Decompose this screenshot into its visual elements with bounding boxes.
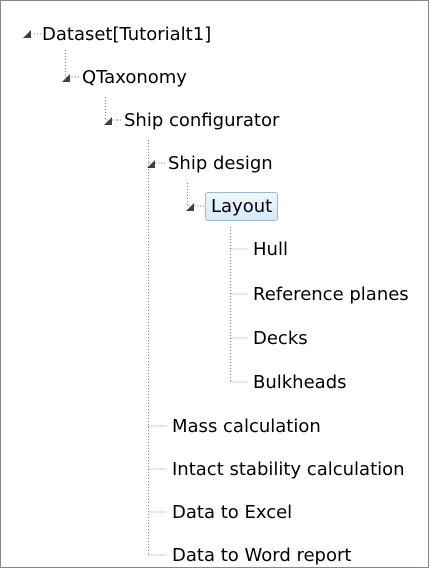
tree-node-mass-calculation[interactable]: Mass calculation: [171, 411, 322, 441]
tree-node-layout[interactable]: Layout: [205, 191, 279, 221]
expanded-triangle-icon[interactable]: [22, 29, 32, 39]
expanded-triangle-icon[interactable]: [103, 116, 113, 126]
tree-node-label: Hull: [253, 238, 288, 260]
tree-node-label: Ship design: [168, 152, 273, 174]
tree-node-label: Data to Word report: [172, 544, 352, 566]
tree-node-data-to-word[interactable]: Data to Word report: [171, 540, 352, 567]
expanded-triangle-icon[interactable]: [146, 159, 156, 169]
tree-node-ship-configurator[interactable]: Ship configurator: [123, 105, 280, 135]
tree-node-label: Ship configurator: [124, 109, 280, 131]
expanded-triangle-icon[interactable]: [185, 202, 195, 212]
tree-node-label: QTaxonomy: [82, 66, 187, 88]
tree-node-label: Dataset[Tutorialt1]: [42, 23, 212, 45]
tree-node-reference-planes[interactable]: Reference planes: [252, 279, 410, 309]
tree-node-bulkheads[interactable]: Bulkheads: [252, 367, 348, 397]
tree-node-dataset[interactable]: Dataset[Tutorialt1]: [41, 19, 212, 49]
tree-node-label: Mass calculation: [172, 415, 321, 437]
tree-node-label: Layout: [205, 191, 279, 221]
tree-node-label: Data to Excel: [172, 501, 293, 523]
expanded-triangle-icon[interactable]: [61, 73, 71, 83]
tree-node-label: Decks: [253, 327, 308, 349]
tree-view[interactable]: Dataset[Tutorialt1] QTaxonomy Ship confi…: [0, 0, 429, 568]
tree-node-ship-design[interactable]: Ship design: [167, 148, 274, 178]
tree-node-label: Intact stability calculation: [172, 458, 405, 480]
tree-node-decks[interactable]: Decks: [252, 323, 309, 353]
tree-node-label: Bulkheads: [253, 371, 347, 393]
tree-node-qtaxonomy[interactable]: QTaxonomy: [81, 62, 188, 92]
tree-node-data-to-excel[interactable]: Data to Excel: [171, 497, 293, 527]
tree-node-label: Reference planes: [253, 283, 409, 305]
tree-node-intact-stability[interactable]: Intact stability calculation: [171, 454, 406, 484]
tree-node-hull[interactable]: Hull: [252, 234, 289, 264]
